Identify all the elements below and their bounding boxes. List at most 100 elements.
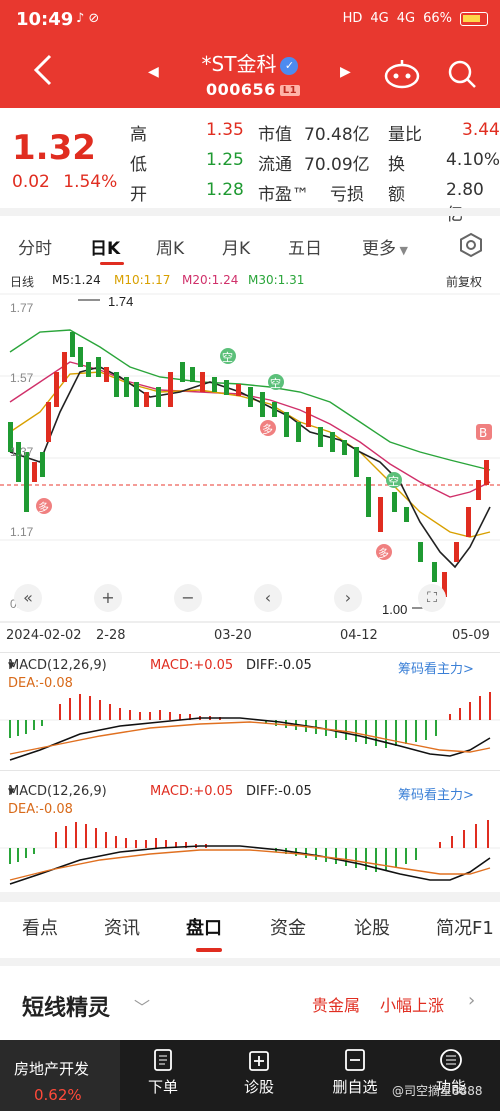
tab-more[interactable]: 更多 ▼ (362, 234, 408, 259)
tab-five-day[interactable]: 五日 (288, 234, 322, 259)
kline-svg: 1.77 1.57 1.37 1.17 0.97 1.74 1.00 多 空 空… (0, 293, 500, 623)
date-label-3: 04-12 (340, 628, 378, 643)
stock-name-wrap: *ST金科 ✓ (190, 48, 310, 77)
ma-legend: 日线 M5:1.24 M10:1.17 M20:1.24 M30:1.31 前复… (0, 270, 500, 292)
tab-monthly[interactable]: 月K (222, 234, 250, 259)
legend-adjust[interactable]: 前复权 (446, 273, 482, 290)
spirit-title: 短线精灵 (22, 996, 111, 1021)
status-right: HD 4G 4G 66% (343, 11, 488, 26)
turnover-label: 换 (388, 155, 405, 175)
stock-header: ◀ *ST金科 ✓ 000656 L1 ▶ (0, 42, 500, 108)
last-price: 1.32 (12, 128, 96, 168)
legend-ma10: M10:1.17 (114, 273, 171, 287)
level-badge: L1 (279, 85, 301, 96)
chevron-right-icon[interactable]: › (468, 990, 475, 1011)
stock-name: *ST金科 (201, 52, 277, 76)
date-label-0: 2024-02-02 (6, 628, 82, 643)
sector-button[interactable]: 房地产开发 0.62% (0, 1040, 120, 1111)
watermark: @司空摘星8888 (392, 1084, 483, 1098)
tab-intraday[interactable]: 分时 (18, 234, 52, 259)
svg-text:空: 空 (388, 474, 399, 488)
low-label: 低 (130, 155, 147, 175)
zoom-out-button[interactable]: − (174, 584, 202, 612)
remove-watchlist-button[interactable]: 删自选 (320, 1048, 390, 1097)
spirit-tag-sector: 贵金属 (312, 996, 361, 1015)
macd-label-1[interactable]: MACD(12,26,9) ▾ (8, 658, 107, 673)
macd-diff-1: DIFF:-0.05 (246, 658, 312, 673)
document-icon (154, 1049, 172, 1071)
chip-link-2[interactable]: 筹码看主力> (398, 784, 474, 803)
next-stock-icon[interactable]: ▶ (340, 64, 351, 80)
zoom-first-button[interactable]: « (14, 584, 42, 612)
macd-value-2: MACD:+0.05 (150, 784, 234, 799)
pe-value: 亏损 (330, 185, 364, 205)
float-value: 70.09亿 (304, 155, 370, 175)
section-divider (0, 208, 500, 216)
active-tab-indicator (100, 262, 124, 265)
tab-funds[interactable]: 资金 (270, 914, 306, 940)
high-label: 高 (130, 125, 147, 145)
macd-label-2[interactable]: MACD(12,26,9) ▾ (8, 784, 107, 799)
short-term-spirit[interactable]: 短线精灵 ﹀ 贵金属 小幅上涨 › (0, 980, 500, 1030)
y-label-3: 1.17 (10, 525, 34, 539)
svg-text:多: 多 (38, 500, 49, 514)
chip-link-1[interactable]: 筹码看主力> (398, 658, 474, 677)
macd-value-1: MACD:+0.05 (150, 658, 234, 673)
back-arrow-icon[interactable] (30, 52, 58, 88)
macd-header-2: MACD(12,26,9) ▾ MACD:+0.05 DIFF:-0.05 筹码… (8, 778, 498, 818)
tab-weekly[interactable]: 周K (156, 234, 184, 259)
tab-more-label: 更多 (362, 239, 396, 259)
fullscreen-icon[interactable]: ⛶ (418, 584, 446, 612)
macd-diff-2: DIFF:-0.05 (246, 784, 312, 799)
tab-highlights[interactable]: 看点 (22, 914, 58, 940)
scroll-left-button[interactable]: ‹ (254, 584, 282, 612)
status-time: 10:49 (16, 9, 74, 30)
search-icon[interactable] (446, 58, 478, 90)
period-tabs: 分时 日K 周K 月K 五日 更多 ▼ (0, 222, 500, 266)
verified-icon: ✓ (280, 56, 299, 75)
sector-pct: 0.62% (34, 1086, 82, 1104)
amount-label: 额 (388, 185, 405, 205)
diagnose-button[interactable]: 诊股 (224, 1048, 294, 1097)
tab-orderbook[interactable]: 盘口 (186, 914, 222, 940)
date-label-1: 2-28 (96, 628, 126, 643)
pe-label: 市盈™ (258, 185, 309, 205)
zoom-in-button[interactable]: + (94, 584, 122, 612)
tab-news[interactable]: 资讯 (104, 914, 140, 940)
tab-forum[interactable]: 论股 (354, 914, 390, 940)
vr-label: 量比 (388, 125, 422, 145)
status-bar: 10:49 ♪ ⊘ HD 4G 4G 66% (0, 0, 500, 42)
low-marker: 1.00 (382, 602, 407, 617)
signal-bubble-2: 空 (220, 348, 236, 364)
active-tab-indicator (196, 948, 222, 952)
dropdown-icon: ▼ (396, 244, 408, 257)
hd-icon: HD (342, 11, 363, 26)
macd-dea-1: DEA:-0.08 (8, 676, 73, 691)
battery-icon (460, 11, 488, 26)
date-label-4: 05-09 (452, 628, 490, 643)
stock-code: 000656 (206, 80, 276, 99)
remove-icon (345, 1049, 365, 1071)
scroll-right-button[interactable]: › (334, 584, 362, 612)
chevron-down-icon[interactable]: ﹀ (134, 994, 150, 1018)
diagnose-icon (249, 1051, 269, 1071)
prev-stock-icon[interactable]: ◀ (148, 64, 159, 80)
signal-bubble-5: 空 (386, 472, 402, 488)
macd-chart-1 (0, 692, 500, 761)
mktcap-label: 市值 (258, 125, 292, 145)
macd-panel-1[interactable]: MACD(12,26,9) ▾ MACD:+0.05 DIFF:-0.05 筹码… (0, 654, 500, 768)
macd-panel-2[interactable]: MACD(12,26,9) ▾ MACD:+0.05 DIFF:-0.05 筹码… (0, 774, 500, 888)
high-marker: 1.74 (108, 294, 133, 309)
kline-chart[interactable]: 1.77 1.57 1.37 1.17 0.97 1.74 1.00 多 空 空… (0, 292, 500, 624)
tab-daily[interactable]: 日K (90, 234, 120, 259)
order-button[interactable]: 下单 (128, 1048, 198, 1097)
macd-chart-2 (0, 820, 500, 885)
y-label-0: 1.77 (10, 301, 34, 315)
date-label-2: 03-20 (214, 628, 252, 643)
section-divider (0, 958, 500, 966)
open-value: 1.28 (206, 180, 244, 200)
robot-assistant-icon[interactable] (382, 58, 422, 90)
settings-icon[interactable] (458, 232, 484, 258)
tab-profile[interactable]: 简况F1 (436, 914, 494, 940)
signal-bubble-4: 多 (260, 420, 276, 436)
